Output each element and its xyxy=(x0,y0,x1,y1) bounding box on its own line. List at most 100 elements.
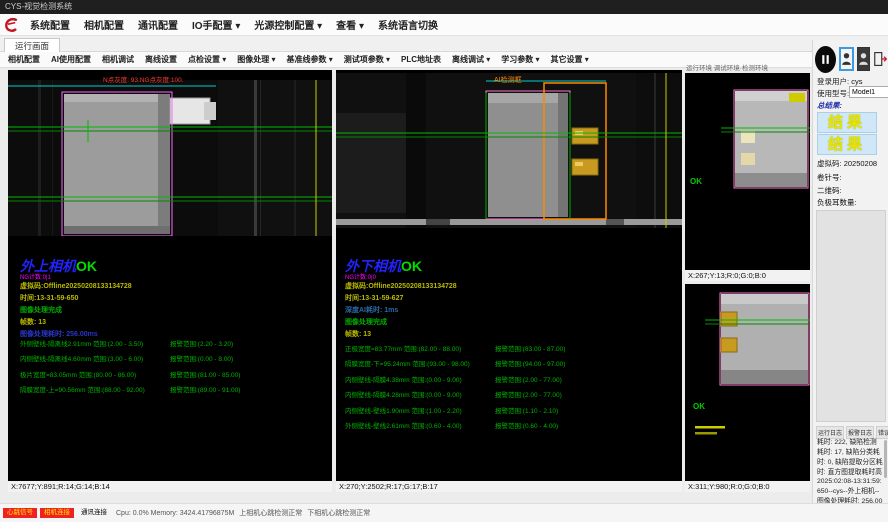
camera-middle-ng-count: NG计数:0|0 xyxy=(345,272,376,281)
needle-number-label: 卷针号: xyxy=(817,172,887,183)
status-chip: 相机连接 xyxy=(40,508,74,518)
toolbar-button[interactable]: 点检设置 ▾ xyxy=(188,54,226,65)
status-chip: 通讯连接 xyxy=(77,508,111,518)
camera-middle-ok: OK xyxy=(401,258,422,274)
toolbar-button[interactable]: 离线调试 ▾ xyxy=(452,54,490,65)
toolbar-button[interactable]: AI使用配置 xyxy=(51,54,91,65)
camera-view-bottom-right[interactable]: OK X:311;Y:980;R:0;G:0;B:0 xyxy=(685,284,810,492)
toolbar-button[interactable]: 相机配置 xyxy=(8,54,40,65)
operator-mode-button[interactable] xyxy=(839,47,854,71)
measurement-row: 隔膜宽度-上=90.56mm 范围:(88.00 - 92.00) 报警范围:(… xyxy=(20,384,328,399)
measurement-alarm-range: 报警范围:(1.10 - 2.10) xyxy=(495,405,558,415)
toolbar-button[interactable]: 其它设置 ▾ xyxy=(551,54,589,65)
toolbar-button[interactable]: PLC地址表 xyxy=(401,54,441,65)
menu-item[interactable]: 通讯配置 xyxy=(138,17,178,32)
camera-left-status: 图像处理完成 xyxy=(20,305,62,315)
pause-button[interactable] xyxy=(815,46,836,73)
pixel-coords-bottom-right: X:311;Y:980;R:0;G:0;B:0 xyxy=(685,481,810,492)
measurement-alarm-range: 报警范围:(2.00 - 77.00) xyxy=(495,389,562,399)
measurement-row: 正极宽度=83.77mm 范围:(82.00 - 88.00) 报警范围:(83… xyxy=(345,343,675,358)
toolbar-button[interactable]: 学习参数 ▾ xyxy=(501,54,539,65)
measurement-value: 外侧壁线-隔离线2.91mm 范围:(2.00 - 3.50) xyxy=(20,338,143,348)
camera-left-measurements: 外侧壁线-隔离线2.91mm 范围:(2.00 - 3.50) 报警范围:(2.… xyxy=(20,338,328,400)
camera-image-bottom-right xyxy=(685,284,810,481)
measurement-alarm-range: 报警范围:(94.00 - 97.00) xyxy=(495,358,565,368)
model-label: 使用型号: xyxy=(817,89,849,98)
camera-image-middle[interactable]: AI检测框 xyxy=(336,73,682,228)
measurement-alarm-range: 报警范围:(81.00 - 85.00) xyxy=(170,369,240,379)
control-sidebar: 登录用户: cys 使用型号: 总结果: 结果 结果 虚拟码: 20250208… xyxy=(812,40,888,503)
menu-item[interactable]: 系统语言切换 xyxy=(378,17,438,32)
measurement-value: 隔膜宽度-上=90.56mm 范围:(88.00 - 92.00) xyxy=(20,384,145,394)
qr-code-label: 二维码: xyxy=(817,185,887,196)
measurement-row: 内侧壁线-壁线1.90mm 范围:(1.00 - 2.20) 报警范围:(1.1… xyxy=(345,405,675,420)
camera-image-top-right xyxy=(685,73,810,270)
measurement-alarm-range: 报警范围:(2.00 - 77.00) xyxy=(495,374,562,384)
toolbar-button[interactable]: 基准线参数 ▾ xyxy=(287,54,333,65)
camera-view-middle[interactable]: AI检测框 外下相机OK NG计数:0|0 虚拟码:Offline2025020… xyxy=(336,70,682,492)
app-window: CYS-视觉检测系统 系统配置相机配置通讯配置IO手配置 ▾光源控制配置 ▾查看… xyxy=(0,0,888,522)
camera-view-top-right[interactable]: OK X:267;Y:13;R:0;G:0;B:0 xyxy=(685,73,810,281)
upper-camera-heartbeat: 上相机心跳检测正常 xyxy=(239,508,302,518)
toolbar-button[interactable]: 测试项参数 ▾ xyxy=(344,54,390,65)
negative-tab-count-label: 负极耳数量: xyxy=(817,197,887,208)
measurement-alarm-range: 报警范围:(0.60 - 4.00) xyxy=(495,420,558,430)
menu-item[interactable]: 查看 ▾ xyxy=(336,17,364,32)
measurement-value: 内侧壁线-壁线1.90mm 范围:(1.00 - 2.20) xyxy=(345,405,462,415)
window-title: CYS-视觉检测系统 xyxy=(5,2,72,11)
user-icon xyxy=(841,52,852,66)
camera-left-ng-count: NG计数:0|1 xyxy=(20,272,51,281)
camera-view-left[interactable]: N点灰度: 93.NG点灰度:100. 外上相机OK NG计数:0|1 虚拟码:… xyxy=(8,70,332,492)
measurement-value: 外侧壁线-壁线2.61mm 范围:(0.60 - 4.00) xyxy=(345,420,462,430)
menu-item[interactable]: 系统配置 xyxy=(30,17,70,32)
ng-overlay-text: N点灰度: 93.NG点灰度:100. xyxy=(103,74,184,84)
measurement-value: 隔膜宽度-下=95.24mm 范围:(93.00 - 98.00) xyxy=(345,358,470,368)
status-chips: 心跳信号相机连接通讯连接 xyxy=(3,508,111,518)
tab-run-screen[interactable]: 运行画面 xyxy=(4,38,60,53)
measurement-alarm-range: 报警范围:(2.20 - 3.20) xyxy=(170,338,233,348)
pixel-coords-top-right: X:267;Y:13;R:0;G:0;B:0 xyxy=(685,270,810,281)
toolbar-items: 相机配置 AI使用配置相机调试离线设置点检设置 ▾ 图像处理 ▾ 基准线参数 ▾ 测试项… xyxy=(8,54,589,65)
measurement-row: 内侧壁线-隔离线4.60mm 范围:(3.00 - 6.00) 报警范围:(0.… xyxy=(20,353,328,368)
toolbar-button[interactable]: 相机调试 xyxy=(102,54,134,65)
camera-left-barcode: 虚拟码:Offline20250208133134728 xyxy=(20,281,132,291)
camera-middle-barcode: 虚拟码:Offline20250208133134728 xyxy=(345,281,457,291)
log-scrollbar[interactable] xyxy=(884,440,887,478)
pixel-coords-left: X:7677;Y:891;R:14;G:14;B:14 xyxy=(8,481,332,492)
measurement-value: 内侧壁线-隔膜4.28mm 范围:(0.00 - 9.00) xyxy=(345,389,462,399)
login-user-label: 登录用户: xyxy=(817,77,849,86)
user-gear-icon xyxy=(858,52,869,66)
toolbar-button[interactable]: 离线设置 xyxy=(145,54,177,65)
lower-camera-heartbeat: 下相机心跳检测正常 xyxy=(307,508,370,518)
result-list-box[interactable] xyxy=(816,210,886,422)
result-box-1: 结果 xyxy=(817,112,877,133)
pause-icon xyxy=(819,53,832,66)
measurement-row: 极片宽度=83.05mm 范围:(80.00 - 86.00) 报警范围:(81… xyxy=(20,369,328,384)
measurement-value: 正极宽度=83.77mm 范围:(82.00 - 88.00) xyxy=(345,343,461,353)
menu-item[interactable]: 光源控制配置 ▾ xyxy=(254,17,322,32)
status-chip: 心跳信号 xyxy=(3,508,37,518)
measurement-row: 隔膜宽度-下=95.24mm 范围:(93.00 - 98.00) 报警范围:(… xyxy=(345,358,675,373)
camera-left-time: 时间:13-31-59-650 xyxy=(20,293,78,303)
total-result-label: 总结果: xyxy=(817,100,887,111)
logout-button[interactable] xyxy=(873,47,887,71)
measurement-alarm-range: 报警范围:(83.00 - 87.00) xyxy=(495,343,565,353)
measurement-row: 外侧壁线-隔离线2.91mm 范围:(2.00 - 3.50) 报警范围:(2.… xyxy=(20,338,328,353)
cpu-memory-status: Cpu: 0.0% Memory: 3424.41796875M xyxy=(116,510,234,517)
toolbar-button[interactable]: 图像处理 ▾ xyxy=(237,54,275,65)
camera-left-ok: OK xyxy=(76,258,97,274)
camera-middle-status: 图像处理完成 xyxy=(345,317,387,327)
measurement-value: 内侧壁线-隔离线4.60mm 范围:(3.00 - 6.00) xyxy=(20,353,143,363)
model-input[interactable] xyxy=(849,86,888,98)
virtual-code-label: 虚拟码: xyxy=(817,159,842,168)
menu-item[interactable]: 相机配置 xyxy=(84,17,124,32)
measurement-row: 外侧壁线-壁线2.61mm 范围:(0.60 - 4.00) 报警范围:(0.6… xyxy=(345,420,675,435)
result-box-2: 结果 xyxy=(817,134,877,155)
camera-middle-frame: 帧数: 13 xyxy=(345,329,371,339)
camera-middle-ai-time: 深度AI耗时: 1ms xyxy=(345,305,398,315)
menu-item[interactable]: IO手配置 ▾ xyxy=(192,17,240,32)
camera-image-left[interactable]: N点灰度: 93.NG点灰度:100. xyxy=(8,80,332,236)
measurement-row: 内侧壁线-隔膜4.38mm 范围:(0.00 - 9.00) 报警范围:(2.0… xyxy=(345,374,675,389)
measurement-value: 内侧壁线-隔膜4.38mm 范围:(0.00 - 9.00) xyxy=(345,374,462,384)
engineer-mode-button[interactable] xyxy=(857,47,870,71)
